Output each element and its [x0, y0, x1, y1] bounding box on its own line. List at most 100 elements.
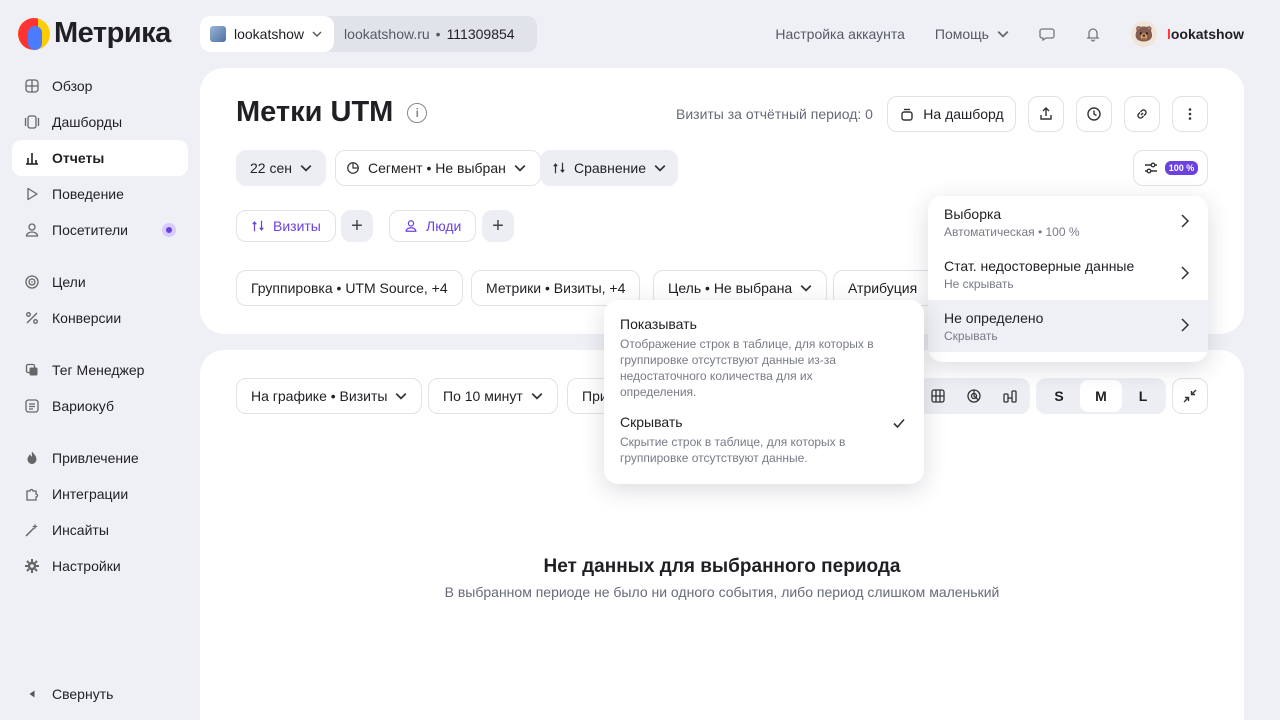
sidebar: Обзор Дашборды Отчеты Поведение Посетите…: [12, 68, 188, 584]
info-icon[interactable]: i: [407, 102, 428, 123]
sidebar-item-overview[interactable]: Обзор: [12, 68, 188, 104]
bar-chart-icon: [1003, 390, 1017, 403]
add-audience-button[interactable]: +: [482, 210, 514, 242]
chevron-down-icon: [312, 31, 322, 37]
play-icon: [27, 187, 38, 201]
interval-selector[interactable]: По 10 минут: [428, 378, 558, 414]
report-settings-button[interactable]: 100 %: [1133, 150, 1208, 186]
collapse-chart-button[interactable]: [1172, 378, 1208, 414]
variocube-icon: [25, 399, 39, 413]
counter-info: lookatshow.ru • 111309854: [334, 16, 537, 52]
sidebar-item-goals[interactable]: Цели: [12, 264, 188, 300]
size-m[interactable]: M: [1080, 380, 1122, 412]
size-l[interactable]: L: [1122, 380, 1164, 412]
bell-icon[interactable]: [1085, 26, 1101, 42]
sidebar-item-acquisition[interactable]: Привлечение: [12, 440, 188, 476]
more-button[interactable]: [1172, 96, 1208, 132]
table-chart-icon: [931, 389, 945, 403]
sidebar-item-conversions[interactable]: Конверсии: [12, 300, 188, 336]
option-hide[interactable]: Скрывать Скрытие строк в таблице, для ко…: [620, 414, 908, 466]
sidebar-item-insights[interactable]: Инсайты: [12, 512, 188, 548]
tag-manager-icon: [25, 363, 38, 376]
export-button[interactable]: [1028, 96, 1064, 132]
counter-switcher[interactable]: lookatshow lookatshow.ru • 111309854: [200, 16, 537, 52]
site-selector[interactable]: lookatshow: [200, 16, 335, 52]
sample-badge: 100 %: [1164, 161, 1199, 175]
menu-item-sampling[interactable]: Выборка Автоматическая • 100 %: [928, 196, 1208, 248]
chevron-down-icon: [300, 165, 312, 172]
compare-selector[interactable]: Сравнение: [540, 150, 678, 186]
sidebar-item-variocube[interactable]: Вариокуб: [12, 388, 188, 424]
dashboard-icon: [24, 115, 40, 129]
new-indicator-badge: [162, 223, 176, 237]
help-menu[interactable]: Помощь: [935, 26, 1009, 42]
chevron-down-icon: [654, 165, 666, 172]
logo-text: Метрика: [54, 17, 171, 49]
history-button[interactable]: [1076, 96, 1112, 132]
option-show[interactable]: Показывать Отображение строк в таблице, …: [620, 316, 908, 400]
check-icon: [893, 418, 905, 429]
user-icon: [405, 220, 417, 232]
bar-chart-icon: [26, 153, 38, 165]
site-name: lookatshow: [234, 26, 305, 42]
clock-icon: [1087, 107, 1101, 121]
chevron-down-icon: [997, 31, 1009, 38]
chart-type-pie[interactable]: [958, 380, 990, 412]
segment-selector[interactable]: Сегмент • Не выбран: [335, 150, 541, 186]
site-domain: lookatshow.ru: [344, 26, 430, 42]
sidebar-item-settings[interactable]: Настройки: [12, 548, 188, 584]
chevron-down-icon: [800, 285, 812, 292]
chevron-right-icon: [1181, 318, 1190, 332]
triangle-left-icon: [29, 690, 35, 698]
report-settings-menu: Выборка Автоматическая • 100 % Стат. нед…: [928, 196, 1208, 362]
sidebar-item-visitors[interactable]: Посетители: [12, 212, 188, 248]
percent-icon: [26, 312, 38, 324]
plus-icon: +: [351, 214, 363, 237]
chip-visits[interactable]: Визиты: [236, 210, 336, 242]
sidebar-item-reports[interactable]: Отчеты: [12, 140, 188, 176]
date-picker[interactable]: 22 сен: [236, 150, 326, 186]
chevron-right-icon: [1181, 266, 1190, 280]
avatar: 🐻: [1130, 21, 1157, 47]
grouping-selector[interactable]: Группировка • UTM Source, +4: [236, 270, 463, 306]
sidebar-item-dashboards[interactable]: Дашборды: [12, 104, 188, 140]
help-label: Помощь: [934, 26, 989, 42]
metrika-logo-icon: [18, 17, 50, 50]
upload-icon: [1040, 107, 1052, 120]
chart-metric-selector[interactable]: На графике • Визиты: [236, 378, 423, 414]
chevron-down-icon: [514, 165, 526, 172]
chip-people[interactable]: Люди: [389, 210, 477, 242]
puzzle-icon: [26, 488, 39, 501]
empty-state-subtitle: В выбранном периоде не было ни одного со…: [444, 584, 1000, 600]
counter-id: 111309854: [446, 26, 515, 42]
menu-item-undefined[interactable]: Не определено Скрывать: [928, 300, 1208, 352]
metrika-logo[interactable]: Метрика: [18, 17, 171, 50]
user-profile[interactable]: 🐻 lookatshow: [1130, 21, 1244, 47]
user-login: lookatshow: [1166, 26, 1244, 42]
site-favicon-icon: [210, 26, 226, 42]
sidebar-item-tag-manager[interactable]: Тег Менеджер: [12, 352, 188, 388]
size-s[interactable]: S: [1038, 380, 1080, 412]
sidebar-item-integrations[interactable]: Интеграции: [12, 476, 188, 512]
dashboard-add-icon: [901, 108, 913, 121]
account-settings-link[interactable]: Настройка аккаунта: [775, 26, 905, 42]
sliders-icon: [1144, 162, 1157, 174]
chat-icon[interactable]: [1039, 26, 1055, 42]
add-to-dashboard-button[interactable]: На дашборд: [887, 96, 1016, 132]
more-vertical-icon: [1188, 108, 1192, 120]
chart-type-bars[interactable]: [994, 380, 1026, 412]
flame-icon: [27, 451, 37, 464]
chevron-down-icon: [531, 393, 543, 400]
add-metric-button[interactable]: +: [341, 210, 373, 242]
copy-link-button[interactable]: [1124, 96, 1160, 132]
gear-icon: [25, 559, 39, 573]
link-icon: [1137, 109, 1147, 119]
chevron-down-icon: [396, 393, 407, 400]
header-actions: Настройка аккаунта Помощь 🐻 lookatshow: [775, 16, 1244, 52]
menu-item-unreliable-data[interactable]: Стат. недостоверные данные Не скрывать: [928, 248, 1208, 300]
sidebar-item-behavior[interactable]: Поведение: [12, 176, 188, 212]
chevron-right-icon: [1181, 214, 1190, 228]
empty-state-title: Нет данных для выбранного периода: [543, 556, 901, 577]
collapse-sidebar-button[interactable]: Свернуть: [12, 676, 125, 712]
chart-type-table[interactable]: [922, 380, 954, 412]
